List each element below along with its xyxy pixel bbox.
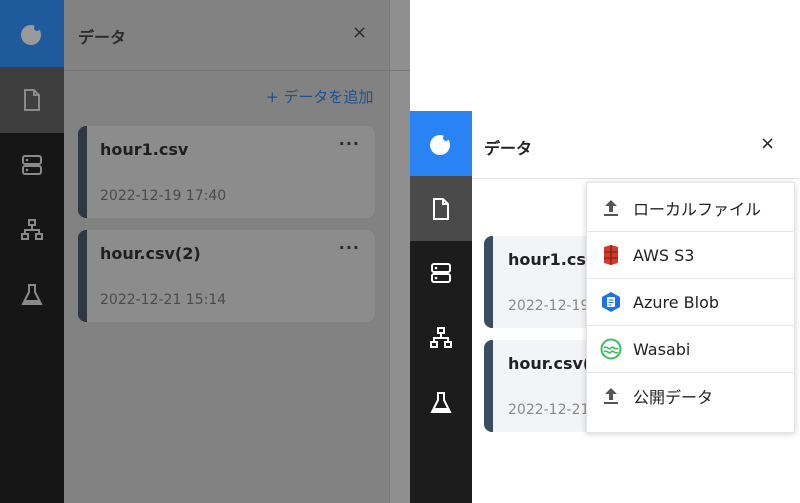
file-date: 2022-12-19 17:40 xyxy=(100,188,227,204)
upload-icon xyxy=(599,384,623,408)
wasabi-icon xyxy=(599,337,623,361)
menu-item-aws-s3[interactable]: AWS S3 xyxy=(587,231,794,278)
menu-item-label: 公開データ xyxy=(633,388,714,407)
card-accent-bar xyxy=(78,126,87,218)
document-icon[interactable] xyxy=(20,88,44,112)
flask-icon[interactable] xyxy=(429,391,453,415)
file-name: hour.csv( xyxy=(508,354,591,373)
card-accent-bar xyxy=(484,236,493,328)
flask-icon[interactable] xyxy=(20,283,44,307)
panel-title: データ xyxy=(484,139,533,158)
more-options-icon[interactable]: ··· xyxy=(339,134,360,153)
file-name: hour1.csv xyxy=(100,140,189,159)
file-date: 2022-12-21 15:14 xyxy=(100,292,227,308)
header-divider xyxy=(472,178,800,179)
logo-icon xyxy=(21,24,41,45)
file-card[interactable]: hour1.csv 2022-12-19 17:40 ··· xyxy=(78,126,375,218)
network-icon[interactable] xyxy=(20,218,44,242)
close-icon[interactable]: × xyxy=(352,22,367,43)
menu-item-label: ローカルファイル xyxy=(633,200,762,219)
azure-blob-icon xyxy=(599,290,623,314)
menu-item-label: Azure Blob xyxy=(633,292,720,312)
upload-icon xyxy=(599,196,623,220)
file-date: 2022-12-19 xyxy=(508,298,590,314)
file-card[interactable]: hour.csv(2) 2022-12-21 15:14 ··· xyxy=(78,230,375,322)
header-divider xyxy=(64,70,410,71)
logo-button[interactable] xyxy=(0,0,64,67)
document-icon[interactable] xyxy=(429,197,453,221)
add-data-link[interactable]: + データを追加 xyxy=(266,86,373,107)
file-date: 2022-12-21 xyxy=(508,402,590,418)
menu-item-label: Wasabi xyxy=(633,339,691,359)
right-screenshot: データ × hour1.csv 2022-12-19 hour.csv( 202… xyxy=(410,111,800,503)
sidebar-rail xyxy=(0,0,64,503)
add-data-dropdown-menu: ローカルファイル AWS S3 Azure Blob Wasabi 公開データ xyxy=(586,182,795,433)
network-icon[interactable] xyxy=(429,326,453,350)
file-name: hour.csv(2) xyxy=(100,244,201,263)
logo-icon xyxy=(430,134,450,155)
left-screenshot-dimmed: データ × + データを追加 hour1.csv 2022-12-19 17:4… xyxy=(0,0,410,503)
menu-item-azure-blob[interactable]: Azure Blob xyxy=(587,278,794,325)
menu-item-label: AWS S3 xyxy=(633,245,695,265)
database-icon[interactable] xyxy=(20,153,44,177)
logo-button[interactable] xyxy=(410,111,472,176)
database-icon[interactable] xyxy=(429,261,453,285)
aws-s3-icon xyxy=(599,243,623,267)
panel-title: データ xyxy=(78,28,127,47)
close-icon[interactable]: × xyxy=(760,133,775,154)
card-accent-bar xyxy=(78,230,87,322)
menu-item-public-data[interactable]: 公開データ xyxy=(587,372,794,419)
background-strip xyxy=(389,0,410,503)
menu-item-local-file[interactable]: ローカルファイル xyxy=(587,185,794,231)
sidebar-rail xyxy=(410,111,472,503)
file-name: hour1.csv xyxy=(508,250,597,269)
card-accent-bar xyxy=(484,340,493,432)
more-options-icon[interactable]: ··· xyxy=(339,238,360,257)
menu-item-wasabi[interactable]: Wasabi xyxy=(587,325,794,372)
